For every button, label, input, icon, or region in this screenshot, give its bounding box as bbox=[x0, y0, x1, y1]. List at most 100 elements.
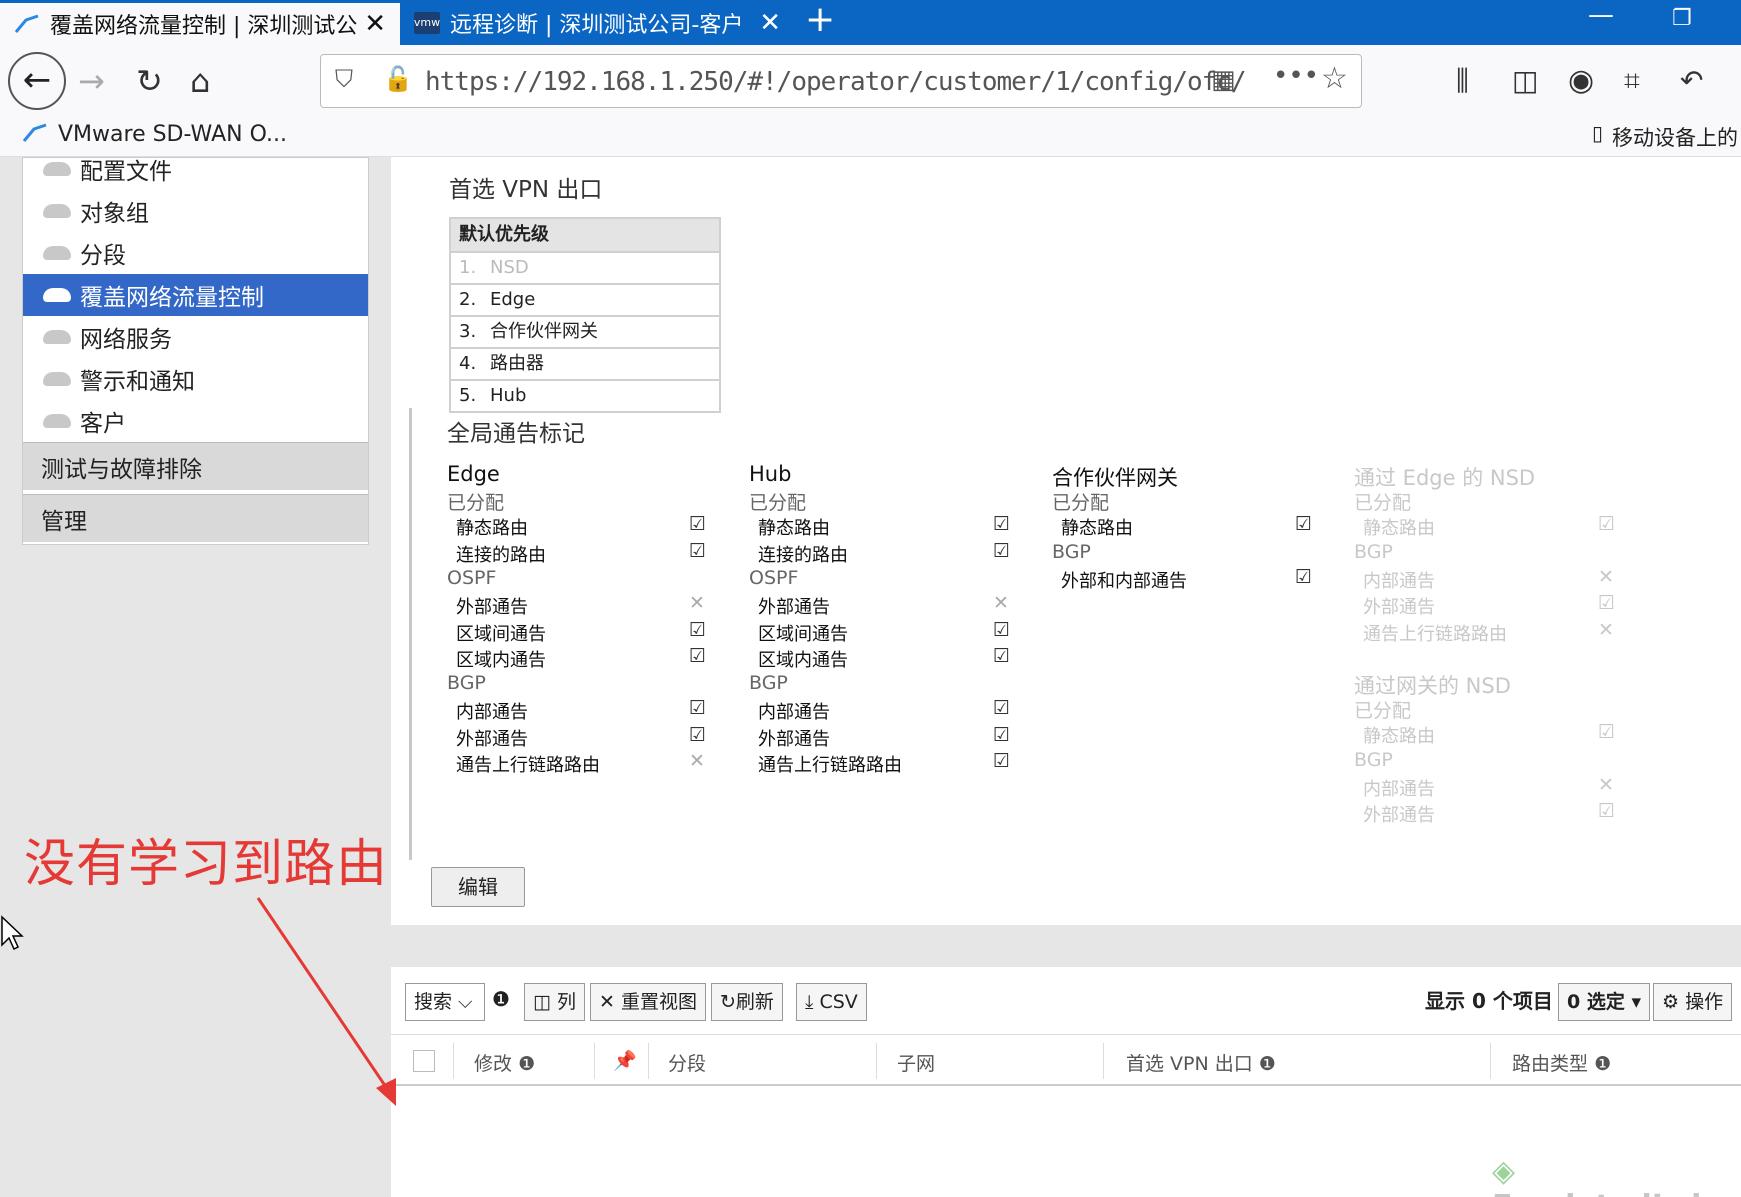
checkbox-checked-icon: ☑ bbox=[689, 618, 707, 641]
sidebar-item[interactable]: 分段 bbox=[23, 232, 368, 274]
advertise-item: 内部通告 bbox=[1363, 779, 1435, 800]
crop-icon[interactable]: ⌗ bbox=[1624, 63, 1640, 99]
section-label: OSPF bbox=[447, 566, 497, 589]
back-icon[interactable]: ← bbox=[8, 52, 66, 110]
advertise-item: 外部通告 bbox=[456, 597, 528, 619]
header-vpn-exit[interactable]: 首选 VPN 出口 ❶ bbox=[1126, 1049, 1276, 1076]
tab-ofc[interactable]: 覆盖网络流量控制 | 深圳测试公 ✕ bbox=[0, 0, 400, 45]
url-text[interactable]: https://192.168.1.250/#!/operator/custom… bbox=[425, 67, 1247, 97]
url-bar[interactable]: ⛉ 🔓 https://192.168.1.250/#!/operator/cu… bbox=[320, 54, 1362, 108]
advertise-item: 区域内通告 bbox=[456, 649, 546, 671]
advertise-item: 外部通告 bbox=[758, 728, 830, 750]
header-subnet[interactable]: 子网 bbox=[897, 1049, 935, 1076]
sidebar-item-label: 网络服务 bbox=[80, 327, 172, 353]
section-label: BGP bbox=[749, 672, 788, 695]
close-icon[interactable]: ✕ bbox=[759, 8, 781, 38]
header-segment[interactable]: 分段 bbox=[668, 1049, 706, 1076]
sidebar-item[interactable]: 对象组 bbox=[23, 190, 368, 232]
vmware-favicon-icon: vmw bbox=[414, 11, 440, 34]
undo-icon[interactable]: ↶ bbox=[1680, 63, 1703, 99]
lock-warning-icon[interactable]: 🔓 bbox=[383, 65, 413, 93]
section-label: 已分配 bbox=[447, 492, 505, 514]
vmware-favicon-icon bbox=[14, 13, 40, 35]
tab-title: 覆盖网络流量控制 | 深圳测试公 bbox=[50, 14, 358, 39]
sidebar-group[interactable]: 管理 bbox=[23, 494, 368, 542]
priority-header: 默认优先级 bbox=[451, 219, 719, 251]
restore-icon[interactable]: ❐ bbox=[1672, 6, 1692, 31]
cloud-icon bbox=[43, 204, 71, 218]
columns-button[interactable]: ◫ 列 bbox=[524, 983, 586, 1021]
edit-button[interactable]: 编辑 bbox=[431, 867, 525, 907]
advertise-item: 外部和内部通告 bbox=[1061, 570, 1187, 592]
checkbox-checked-icon: ☑ bbox=[1295, 513, 1313, 536]
advertise-item: 内部通告 bbox=[1363, 570, 1435, 592]
sidebar-item-label: 对象组 bbox=[80, 201, 149, 227]
download-icon: ⤓ bbox=[805, 991, 814, 1013]
select-all-checkbox[interactable] bbox=[413, 1050, 435, 1072]
header-modify[interactable]: 修改 ❶ bbox=[474, 1049, 535, 1076]
layers-icon: ◈ bbox=[1492, 1154, 1516, 1189]
advertise-item: 静态路由 bbox=[1061, 518, 1133, 540]
more-icon[interactable]: ••• bbox=[1273, 61, 1319, 91]
priority-row[interactable]: 2. Edge bbox=[451, 283, 719, 315]
priority-row[interactable]: 1. NSD bbox=[451, 251, 719, 283]
star-icon[interactable]: ☆ bbox=[1321, 61, 1348, 96]
search-dropdown[interactable]: 搜索 ⌵ bbox=[405, 983, 485, 1021]
reset-view-button[interactable]: ✕ 重置视图 bbox=[590, 983, 706, 1021]
advertise-item: 外部通告 bbox=[1363, 805, 1435, 827]
qr-code-icon[interactable]: ▦ bbox=[1211, 65, 1236, 95]
checkbox-checked-icon: ☑ bbox=[689, 644, 707, 667]
checkbox-checked-icon: ☑ bbox=[1598, 592, 1616, 615]
cloud-icon bbox=[43, 372, 71, 386]
refresh-button[interactable]: ↻刷新 bbox=[711, 983, 783, 1021]
shield-icon[interactable]: ⛉ bbox=[335, 65, 353, 93]
close-icon[interactable]: ✕ bbox=[364, 9, 386, 39]
sidebar-item[interactable]: 配置文件 bbox=[23, 148, 368, 190]
checkbox-checked-icon: ☑ bbox=[993, 539, 1011, 562]
home-icon[interactable]: ⌂ bbox=[190, 63, 210, 99]
sidebar-item[interactable]: 警示和通知 bbox=[23, 358, 368, 400]
reload-icon[interactable]: ↻ bbox=[136, 63, 163, 99]
section-label: 已分配 bbox=[749, 492, 807, 514]
advertise-item: 外部通告 bbox=[758, 597, 830, 619]
header-route-type[interactable]: 路由类型 ❶ bbox=[1512, 1049, 1611, 1076]
cross-icon: ✕ bbox=[1598, 565, 1614, 588]
checkbox-checked-icon: ☑ bbox=[1295, 565, 1313, 588]
section-label: BGP bbox=[1354, 748, 1393, 771]
tab-remote-diagnostics[interactable]: vmw 远程诊断 | 深圳测试公司-客户 ✕ bbox=[400, 0, 795, 45]
library-icon[interactable]: ⫼ bbox=[1456, 63, 1469, 99]
sidebar-item-label: 警示和通知 bbox=[80, 369, 195, 395]
section-label: 已分配 bbox=[1354, 700, 1412, 723]
checkbox-checked-icon: ☑ bbox=[1598, 800, 1616, 823]
selected-dropdown[interactable]: 0 选定 ▾ bbox=[1558, 983, 1650, 1021]
sidebar-icon[interactable]: ◫ bbox=[1512, 63, 1538, 99]
advertise-item: 内部通告 bbox=[456, 702, 528, 724]
sidebar-item-label: 配置文件 bbox=[80, 159, 172, 185]
advertise-item: 静态路由 bbox=[456, 518, 528, 540]
sidebar-item[interactable]: 网络服务 bbox=[23, 316, 368, 358]
csv-button[interactable]: ⤓ CSV bbox=[796, 983, 867, 1021]
minimize-icon[interactable]: — bbox=[1588, 0, 1614, 30]
pin-icon[interactable]: 📌 bbox=[613, 1049, 637, 1072]
cloud-icon bbox=[43, 288, 71, 302]
bookmark-item[interactable]: VMware SD-WAN O... bbox=[58, 122, 287, 147]
gear-icon: ⚙ bbox=[1662, 991, 1680, 1013]
refresh-icon: ↻ bbox=[720, 991, 736, 1013]
advertise-item: 静态路由 bbox=[1363, 726, 1435, 748]
sidebar-item[interactable]: 客户 bbox=[23, 400, 368, 442]
new-tab-button[interactable]: + bbox=[805, 0, 835, 45]
advertise-item: 外部通告 bbox=[1363, 597, 1435, 619]
section-label: 已分配 bbox=[1354, 492, 1412, 514]
account-icon[interactable]: ◉ bbox=[1568, 63, 1594, 99]
info-icon[interactable]: ❶ bbox=[492, 987, 510, 1011]
sidebar-item[interactable]: 覆盖网络流量控制 bbox=[23, 274, 368, 316]
mobile-bookmarks[interactable]: 移动设备上的 bbox=[1612, 122, 1738, 152]
actions-button[interactable]: ⚙ 操作 bbox=[1653, 983, 1733, 1021]
forward-icon[interactable]: → bbox=[78, 63, 105, 99]
priority-row[interactable]: 4. 路由器 bbox=[451, 347, 719, 379]
priority-row[interactable]: 5. Hub bbox=[451, 379, 719, 411]
priority-row[interactable]: 3. 合作伙伴网关 bbox=[451, 315, 719, 347]
info-icon: ❶ bbox=[1594, 1053, 1612, 1075]
tab-title: 远程诊断 | 深圳测试公司-客户 bbox=[450, 12, 744, 38]
sidebar-group[interactable]: 测试与故障排除 bbox=[23, 442, 368, 490]
